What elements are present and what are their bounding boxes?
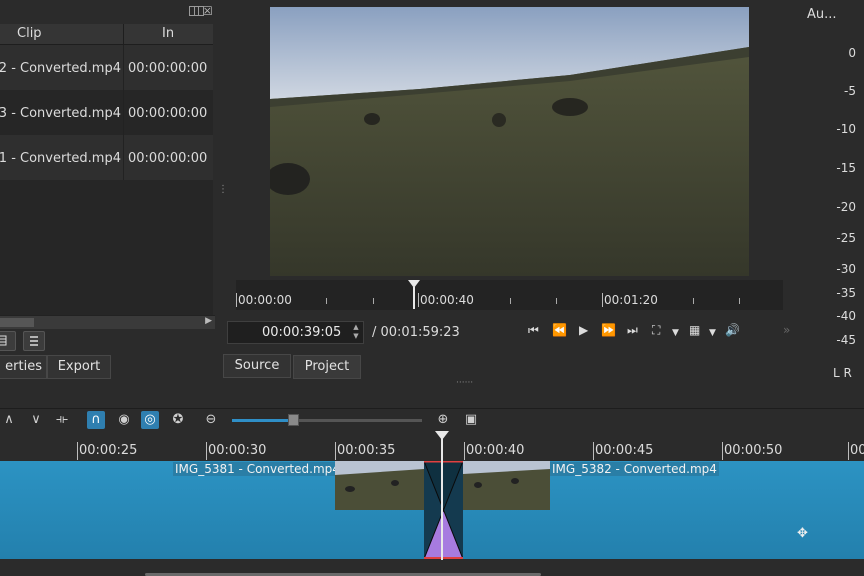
- db-label: -10: [836, 122, 856, 136]
- channel-labels: L R: [833, 366, 852, 380]
- playlist-row[interactable]: 2 - Converted.mp4 00:00:00:00: [0, 45, 213, 90]
- split-icon[interactable]: ⟛: [53, 411, 71, 429]
- db-label: -45: [836, 333, 856, 347]
- clip-label: IMG_5382 - Converted.mp4: [550, 462, 719, 476]
- scrub-icon[interactable]: ◉: [115, 411, 133, 429]
- audio-meter-panel: Au... 0 -5 -10 -15 -20 -25 -30 -35 -40 -…: [800, 0, 864, 392]
- fast-forward-icon[interactable]: ⏩: [601, 323, 616, 337]
- zoom-in-icon[interactable]: ⊕: [434, 411, 452, 429]
- splitter-handle[interactable]: ······: [456, 378, 473, 388]
- viewer-playhead-line: [413, 287, 415, 309]
- transition[interactable]: [424, 461, 463, 559]
- duration-label: / 00:01:59:23: [372, 325, 460, 340]
- db-label: -25: [836, 231, 856, 245]
- clip-in: 00:00:00:00: [128, 151, 208, 166]
- clip-in: 00:00:00:00: [128, 61, 208, 76]
- viewer-scrubber[interactable]: 00:00:00 00:00:40 00:01:20: [236, 280, 783, 310]
- audio-meter-title: Au...: [807, 7, 837, 22]
- db-label: -30: [836, 262, 856, 276]
- playlist-row[interactable]: 1 - Converted.mp4 00:00:00:00: [0, 135, 213, 180]
- clip-label: IMG_5381 - Converted.mp4: [173, 462, 342, 476]
- ruler-label: 00:00:30: [208, 443, 267, 458]
- transition-shape: [424, 461, 463, 559]
- ruler-label: 00:00:40: [466, 443, 525, 458]
- ruler-label: 00:00:50: [724, 443, 783, 458]
- column-in[interactable]: In: [162, 26, 174, 41]
- timecode-field[interactable]: 00:00:39:05 ▲ ▼: [227, 321, 364, 344]
- zoom-slider-fill: [232, 419, 292, 422]
- clip-name: 1 - Converted.mp4: [0, 151, 121, 166]
- timecode-spinner[interactable]: ▲ ▼: [351, 323, 361, 342]
- float-panel-icon[interactable]: [194, 6, 204, 16]
- move-cursor-icon: ✥: [797, 526, 808, 541]
- tab-project[interactable]: Project: [293, 355, 361, 379]
- tab-properties[interactable]: erties: [0, 355, 47, 379]
- ruler-label: 00:01:20: [604, 293, 658, 307]
- volume-icon[interactable]: 🔊: [725, 323, 740, 337]
- ruler-label: 00:00:00: [238, 293, 292, 307]
- play-icon[interactable]: ▶: [579, 323, 588, 337]
- skip-previous-icon[interactable]: ⏮: [528, 323, 539, 337]
- zoom-dropdown-icon[interactable]: ▼: [672, 326, 679, 340]
- column-clip[interactable]: Clip: [17, 26, 42, 41]
- skip-next-icon[interactable]: ⏭: [627, 323, 638, 337]
- ruler-label: 00:00:25: [79, 443, 138, 458]
- timeline-ruler[interactable]: 00:00:25 00:00:30 00:00:35 00:00:40 00:0…: [0, 433, 864, 460]
- tab-export[interactable]: Export: [47, 355, 111, 379]
- scroll-right-icon[interactable]: ▶: [205, 316, 212, 326]
- zoom-fit-timeline-icon[interactable]: ▣: [462, 411, 480, 429]
- details-view-button[interactable]: [0, 331, 16, 351]
- rewind-icon[interactable]: ⏪: [552, 323, 567, 337]
- chevron-up-icon[interactable]: ∧: [0, 411, 18, 429]
- menu-button[interactable]: [23, 331, 45, 351]
- ripple-icon[interactable]: ◎: [141, 411, 159, 429]
- list-icon: [30, 336, 38, 346]
- scroll-thumb[interactable]: [0, 318, 34, 327]
- playlist-row[interactable]: 3 - Converted.mp4 00:00:00:00: [0, 90, 213, 135]
- ruler-label: 00:00:45: [595, 443, 654, 458]
- zoom-fit-icon[interactable]: ⛶: [652, 323, 660, 337]
- snap-icon[interactable]: ∩: [87, 411, 105, 429]
- db-label: -15: [836, 161, 856, 175]
- video-preview: [270, 7, 749, 276]
- playlist-panel: ☒ Clip In 2 - Converted.mp4 00:00:00:00 …: [0, 0, 218, 382]
- table-icon: [0, 335, 7, 346]
- playlist-header: Clip In: [0, 24, 213, 45]
- db-label: 0: [848, 46, 856, 60]
- playlist-empty-area: [0, 180, 213, 315]
- db-label: -20: [836, 200, 856, 214]
- playlist-hscrollbar[interactable]: ▶: [0, 315, 215, 329]
- more-icon[interactable]: »: [783, 323, 790, 337]
- timecode-value: 00:00:39:05: [262, 325, 342, 340]
- splitter-handle[interactable]: ⋮: [218, 185, 228, 195]
- clip-name: 3 - Converted.mp4: [0, 106, 121, 121]
- tab-source[interactable]: Source: [223, 354, 291, 378]
- ruler-label: 00:00:35: [337, 443, 396, 458]
- clip-thumbnail: [335, 461, 424, 510]
- db-label: -40: [836, 309, 856, 323]
- zoom-out-icon[interactable]: ⊖: [202, 411, 220, 429]
- zoom-slider-handle[interactable]: [288, 414, 299, 426]
- db-label: -5: [844, 84, 856, 98]
- clip-name: 2 - Converted.mp4: [0, 61, 121, 76]
- db-label: -35: [836, 286, 856, 300]
- chevron-down-icon[interactable]: ∨: [27, 411, 45, 429]
- ruler-label: 00:00:40: [420, 293, 474, 307]
- clip-in: 00:00:00:00: [128, 106, 208, 121]
- grid-dropdown-icon[interactable]: ▼: [709, 326, 716, 340]
- timeline-playhead-line: [441, 433, 443, 576]
- ripple-all-icon[interactable]: ✪: [169, 411, 187, 429]
- ruler-label: 00: [850, 443, 864, 458]
- clip-thumbnail: [463, 461, 550, 510]
- grid-icon[interactable]: ▦: [689, 323, 700, 337]
